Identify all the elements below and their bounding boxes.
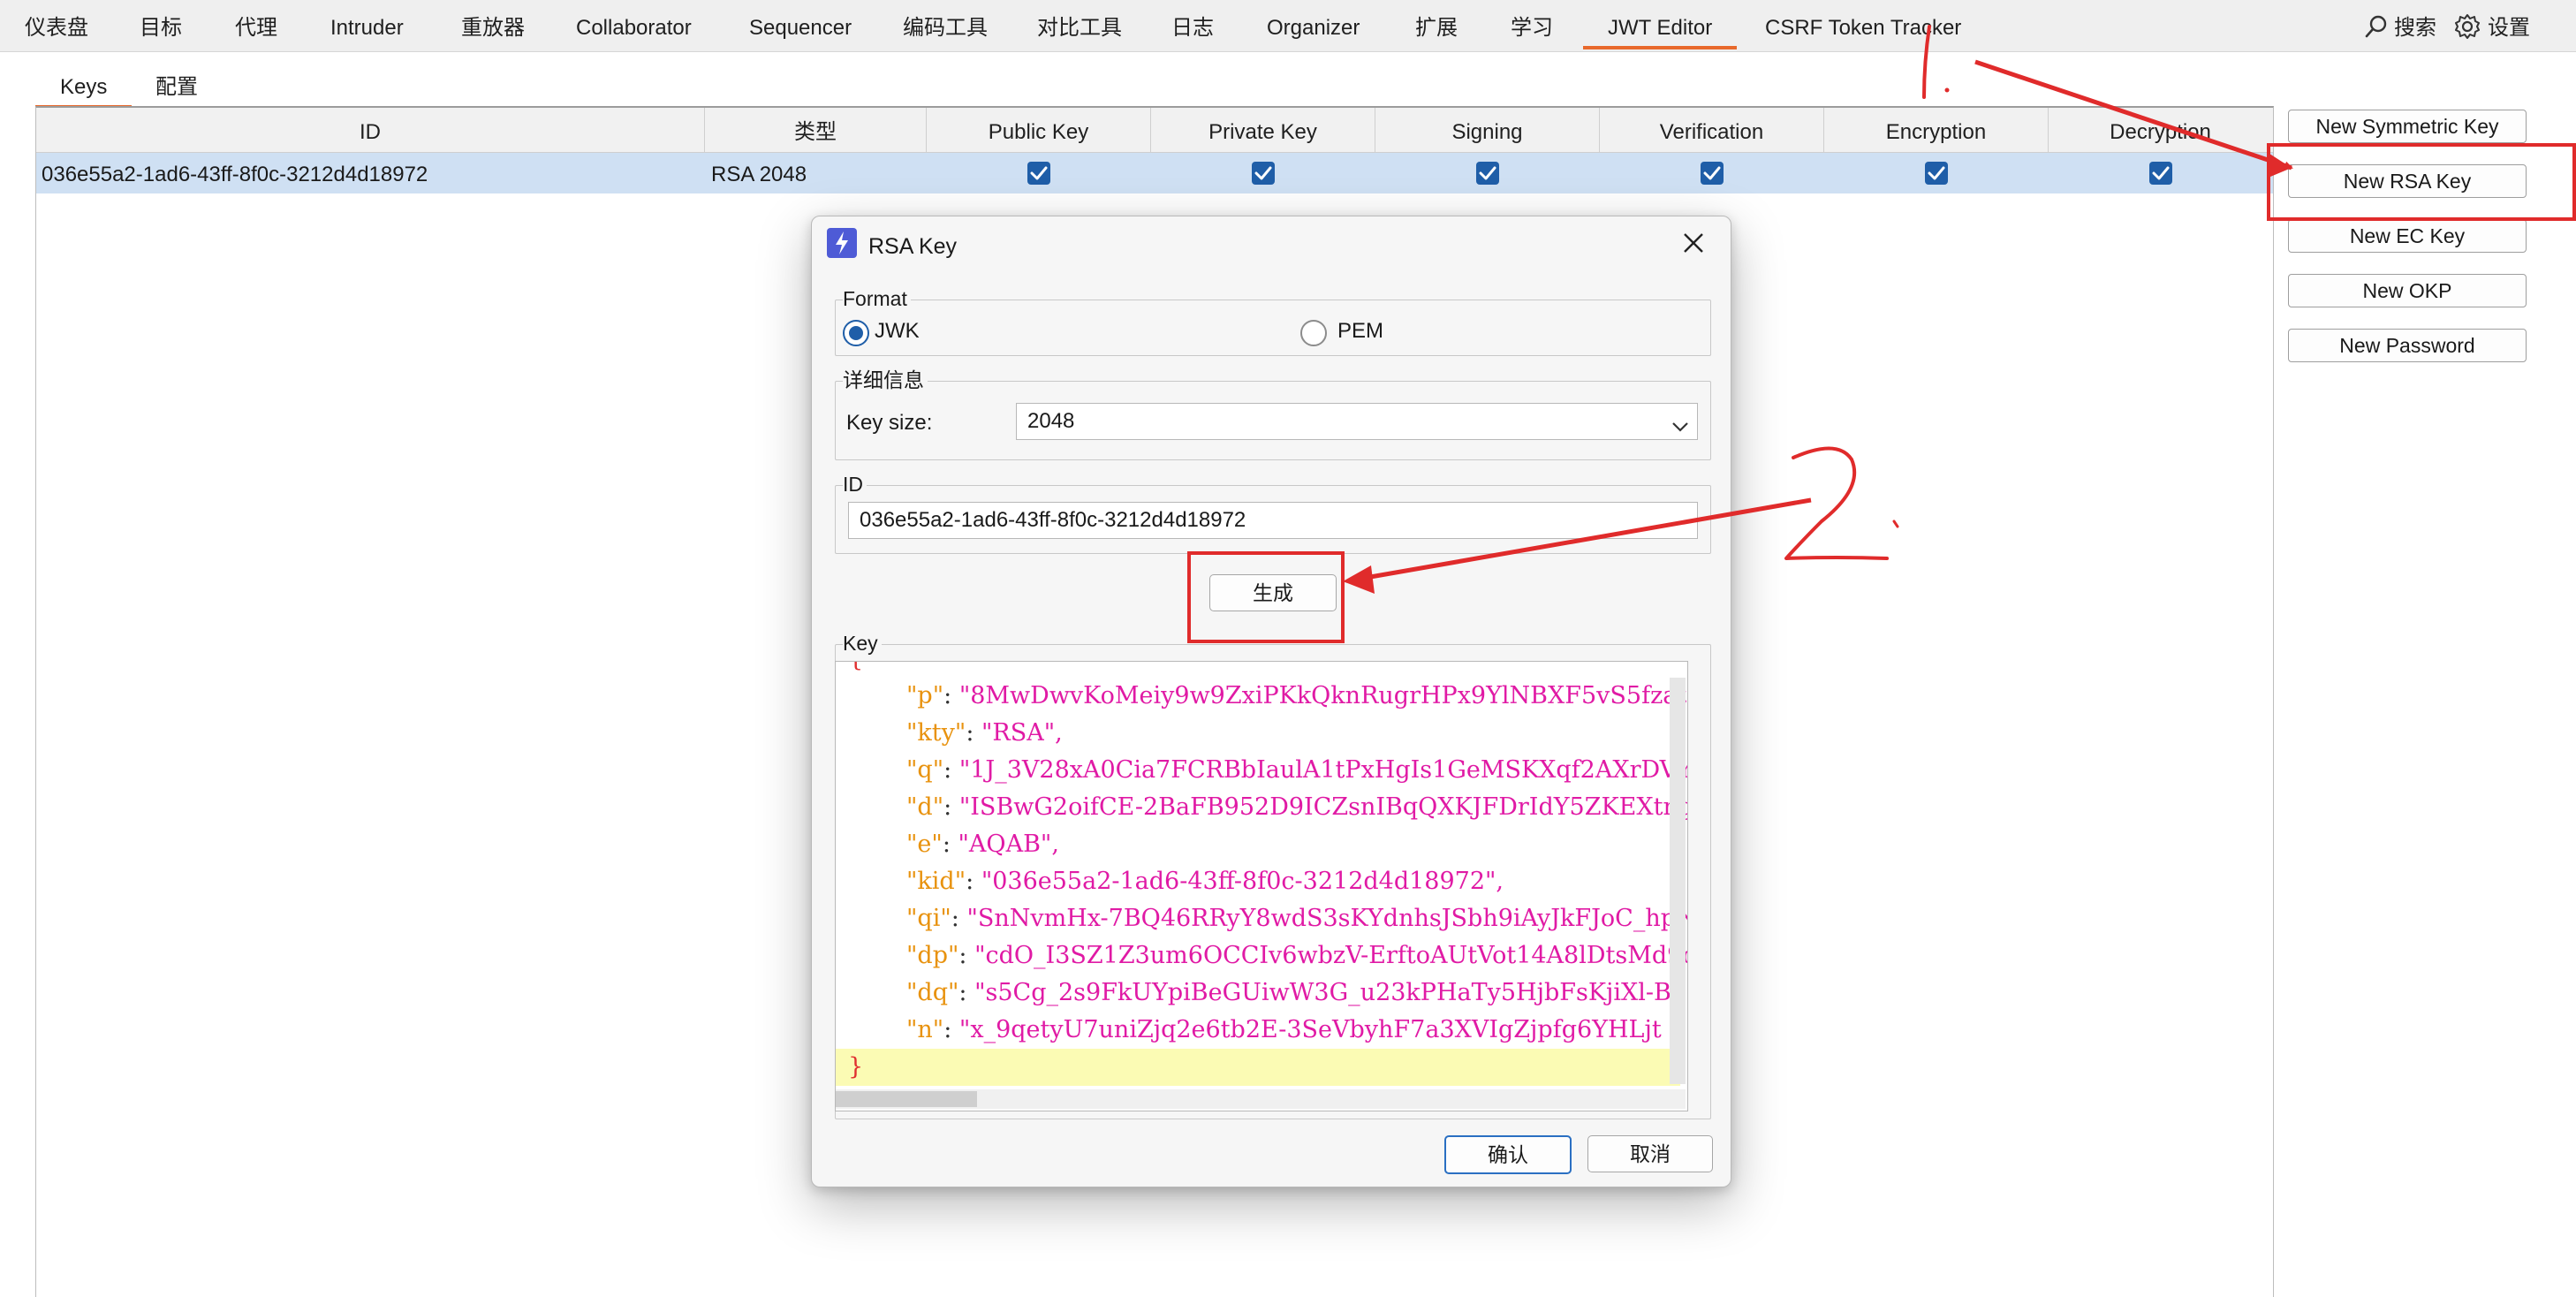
annotation-arrows <box>1343 25 2293 594</box>
